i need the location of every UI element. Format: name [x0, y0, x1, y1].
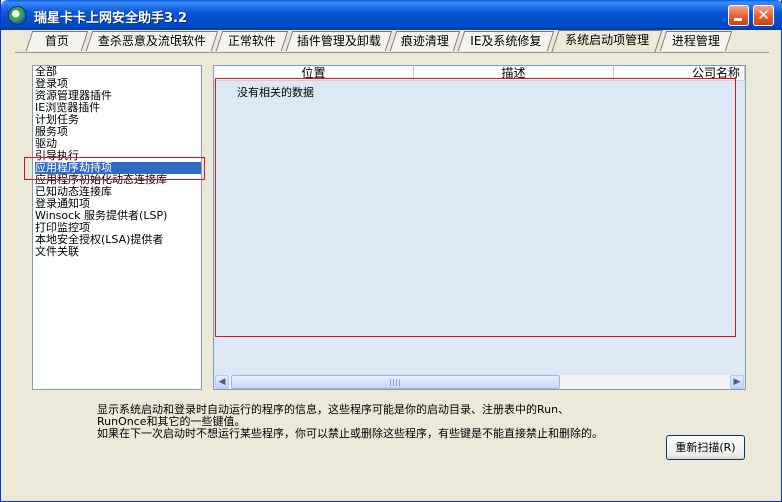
tree-item-winsock-lsp[interactable]: Winsock 服务提供者(LSP): [35, 210, 201, 222]
column-company[interactable]: 公司名称: [614, 66, 745, 80]
tab-malware-scan[interactable]: 查杀恶意及流氓软件: [85, 31, 219, 51]
help-text-line2: 如果在下一次启动时不想运行某些程序，你可以禁止或删除这些程序，有些键是不能直接禁…: [97, 427, 603, 440]
tab-normal-software[interactable]: 正常软件: [215, 31, 289, 51]
tree-item-logon[interactable]: 登录项: [35, 78, 201, 90]
tree-item-print-monitors[interactable]: 打印监控项: [35, 222, 201, 234]
horizontal-scrollbar[interactable]: ◀ ▶: [215, 375, 744, 389]
tree-item-drivers[interactable]: 驱动: [35, 138, 201, 150]
startup-items-list[interactable]: 位置 描述 公司名称 没有相关的数据 ◀ ▶: [213, 65, 746, 390]
scrollbar-thumb[interactable]: [231, 375, 560, 389]
help-description: 显示系统启动和登录时自动运行的程序的信息，这些程序可能是你的启动目录、注册表中的…: [97, 404, 617, 441]
list-header: 位置 描述 公司名称: [214, 66, 745, 81]
startup-category-tree[interactable]: 全部 登录项 资源管理器插件 IE浏览器插件 计划任务 服务项 驱动 引导执行 …: [32, 65, 202, 390]
tree-item-app-hijack[interactable]: 应用程序劫持项: [35, 162, 201, 174]
tree-item-all[interactable]: 全部: [35, 66, 201, 78]
tree-item-scheduled-tasks[interactable]: 计划任务: [35, 114, 201, 126]
tree-item-boot-execute[interactable]: 引导执行: [35, 150, 201, 162]
tab-plugin-management[interactable]: 插件管理及卸载: [285, 31, 393, 51]
tree-item-explorer-plugins[interactable]: 资源管理器插件: [35, 90, 201, 102]
app-logo-icon[interactable]: [8, 6, 27, 25]
title-bar[interactable]: 瑞星卡卡上网安全助手3.2 ✕: [1, 0, 782, 30]
chevron-left-icon[interactable]: ◀: [215, 375, 229, 389]
tab-home[interactable]: 首页: [25, 31, 89, 51]
tree-item-ie-plugins[interactable]: IE浏览器插件: [35, 102, 201, 114]
tab-strip: 首页 查杀恶意及流氓软件 正常软件 插件管理及卸载 痕迹清理 IE及系统修复 系…: [21, 30, 771, 53]
empty-message: 没有相关的数据: [237, 86, 314, 99]
close-icon: ✕: [757, 6, 770, 24]
column-location[interactable]: 位置: [214, 66, 414, 80]
grip-icon: [390, 379, 400, 386]
tree-item-file-associations[interactable]: 文件关联: [35, 246, 201, 258]
chevron-right-icon[interactable]: ▶: [730, 375, 744, 389]
tree-item-appinit-dlls[interactable]: 应用程序初始化动态连接库: [35, 174, 201, 186]
rescan-button[interactable]: 重新扫描(R): [666, 435, 745, 460]
tree-item-known-dlls[interactable]: 已知动态连接库: [35, 186, 201, 198]
main-window: 瑞星卡卡上网安全助手3.2 ✕ 首页 查杀恶意及流氓软件 正常软件 插件管理及卸…: [0, 0, 782, 502]
window-title: 瑞星卡卡上网安全助手3.2: [34, 11, 188, 26]
minimize-button[interactable]: [728, 5, 749, 26]
close-button[interactable]: ✕: [753, 5, 774, 26]
help-text-line1: 显示系统启动和登录时自动运行的程序的信息，这些程序可能是你的启动目录、注册表中的…: [97, 403, 570, 428]
tab-trace-cleanup[interactable]: 痕迹清理: [389, 31, 461, 51]
tab-process-management[interactable]: 进程管理: [659, 31, 733, 51]
tree-item-logon-notify[interactable]: 登录通知项: [35, 198, 201, 210]
column-description[interactable]: 描述: [414, 66, 614, 80]
tab-ie-system-repair[interactable]: IE及系统修复: [457, 31, 555, 51]
tree-item-lsa-providers[interactable]: 本地安全授权(LSA)提供者: [35, 234, 201, 246]
tree-item-services[interactable]: 服务项: [35, 126, 201, 138]
tab-startup-management[interactable]: 系统启动项管理: [551, 30, 663, 52]
